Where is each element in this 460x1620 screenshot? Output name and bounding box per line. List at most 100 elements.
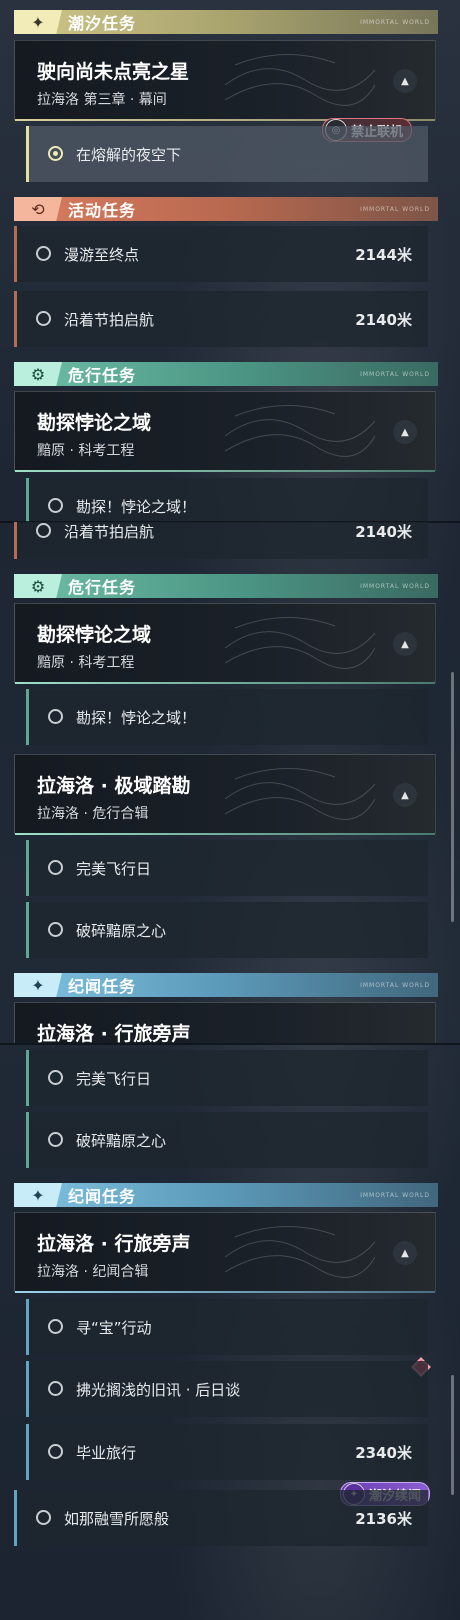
objective-label: 漫游至终点	[64, 246, 140, 264]
scrollbar[interactable]	[451, 672, 454, 922]
category-tagline: IMMORTAL WORLD	[360, 582, 430, 590]
category-tagline: IMMORTAL WORLD	[360, 1191, 430, 1199]
chevron-up-icon[interactable]: ▲	[393, 632, 417, 656]
objective-explore-paradox[interactable]: 勘探！悖论之域！	[26, 689, 428, 745]
objective-distance: 2140米	[355, 523, 412, 541]
radio-icon[interactable]	[48, 498, 63, 513]
objective-bar	[14, 226, 17, 282]
objective-roam-end[interactable]: 漫游至终点 2144米	[14, 226, 428, 282]
quest-subtitle: 拉海洛 · 危行合辑	[37, 806, 149, 822]
category-tagline: IMMORTAL WORLD	[360, 205, 430, 213]
quest-subtitle: 拉海洛 第三章 · 幕间	[37, 92, 167, 108]
radio-icon[interactable]	[36, 523, 51, 538]
quest-card-travel[interactable]: 拉海洛 · 行旅旁声 拉海洛 · 纪闻合辑 ▲	[14, 1212, 436, 1293]
objective-distance: 2136米	[355, 1510, 412, 1528]
quest-subtitle: 黯原 · 科考工程	[37, 655, 135, 671]
objective-perfect-flight[interactable]: 完美飞行日	[26, 840, 428, 896]
radio-icon[interactable]	[48, 1381, 63, 1396]
tracked-radio-icon[interactable]	[48, 146, 63, 161]
objective-distance: 2340米	[355, 1444, 412, 1462]
quest-card-travel-partial[interactable]: 拉海洛 · 行旅旁声	[14, 1002, 436, 1043]
objective-bar	[26, 902, 29, 958]
quest-card-polar[interactable]: 拉海洛 · 极域踏勘 拉海洛 · 危行合辑 ▲	[14, 754, 436, 835]
category-label: 纪闻任务	[68, 977, 137, 996]
objective-label: 破碎黯原之心	[76, 922, 167, 940]
objective-bar	[26, 1361, 29, 1417]
radio-icon[interactable]	[48, 922, 63, 937]
objective-bar	[14, 522, 17, 559]
objective-label: 沿着节拍启航	[64, 523, 155, 541]
objective-label: 破碎黯原之心	[76, 1132, 167, 1150]
category-tagline: IMMORTAL WORLD	[360, 370, 430, 378]
radio-icon[interactable]	[48, 709, 63, 724]
chevron-up-icon[interactable]: ▲	[393, 69, 417, 93]
radio-icon[interactable]	[48, 860, 63, 875]
objective-bar	[26, 1112, 29, 1168]
sparkle-icon: ✦	[14, 973, 62, 997]
objective-bar	[26, 1050, 29, 1106]
scrollbar[interactable]	[451, 1375, 454, 1495]
radio-icon[interactable]	[36, 1510, 51, 1525]
contour-decoration	[225, 404, 375, 457]
radio-icon[interactable]	[48, 1319, 63, 1334]
quest-card-star[interactable]: 驶向尚未点亮之星 拉海洛 第三章 · 幕间 ▲	[14, 40, 436, 121]
objective-bar	[26, 840, 29, 896]
objective-label: 如那融雪所愿般	[64, 1510, 170, 1528]
category-header-danger[interactable]: ⚙ 危行任务 IMMORTAL WORLD	[14, 362, 438, 386]
category-header-lore[interactable]: ✦ 纪闻任务 IMMORTAL WORLD	[14, 1183, 438, 1207]
quest-underline	[15, 1291, 435, 1293]
gear-icon: ⚙	[14, 362, 62, 386]
objective-bar	[26, 689, 29, 745]
quest-card-paradox[interactable]: 勘探悖论之域 黯原 · 科考工程 ▲	[14, 391, 436, 472]
sparkle-icon: ✦	[14, 1183, 62, 1207]
objective-bar	[14, 291, 17, 347]
quest-subtitle: 拉海洛 · 纪闻合辑	[37, 1264, 149, 1280]
objective-old-news[interactable]: 拂光搁浅的旧讯 · 后日谈	[26, 1361, 428, 1417]
category-header-danger[interactable]: ⚙ 危行任务 IMMORTAL WORLD	[14, 574, 438, 598]
category-header-tide[interactable]: ✦ 潮汐任务 IMMORTAL WORLD	[14, 10, 438, 34]
objective-bar	[26, 478, 29, 522]
sparkle-icon: ✦	[14, 10, 62, 34]
contour-decoration	[225, 767, 375, 820]
objective-label: 拂光搁浅的旧讯 · 后日谈	[76, 1381, 241, 1399]
objective-label: 寻“宝”行动	[76, 1319, 152, 1337]
contour-decoration	[225, 616, 375, 669]
quest-title: 拉海洛 · 行旅旁声	[37, 1023, 191, 1043]
chevron-up-icon[interactable]: ▲	[393, 420, 417, 444]
refresh-icon: ⟲	[14, 197, 62, 221]
quest-underline	[15, 833, 435, 835]
quest-title: 勘探悖论之域	[37, 412, 152, 434]
quest-underline	[15, 682, 435, 684]
objective-shatter-heart[interactable]: 破碎黯原之心	[26, 1112, 428, 1168]
objective-night-sky[interactable]: 在熔解的夜空下	[26, 126, 428, 182]
objective-melting-snow[interactable]: 如那融雪所愿般 2136米	[14, 1490, 428, 1546]
category-label: 危行任务	[68, 366, 137, 385]
objective-label: 在熔解的夜空下	[76, 146, 182, 164]
objective-treasure-hunt[interactable]: 寻“宝”行动	[26, 1299, 428, 1355]
category-header-lore[interactable]: ✦ 纪闻任务 IMMORTAL WORLD	[14, 973, 438, 997]
segment-3: 完美飞行日 破碎黯原之心 ✦ 纪闻任务 IMMORTAL WORLD 拉海洛 ·…	[0, 1045, 460, 1620]
quest-underline	[15, 470, 435, 472]
objective-label: 毕业旅行	[76, 1444, 137, 1462]
radio-icon[interactable]	[48, 1070, 63, 1085]
radio-icon[interactable]	[48, 1444, 63, 1459]
objective-bar	[14, 1490, 17, 1546]
gear-icon: ⚙	[14, 574, 62, 598]
chevron-up-icon[interactable]: ▲	[393, 783, 417, 807]
objective-label: 完美飞行日	[76, 860, 152, 878]
category-header-event[interactable]: ⟲ 活动任务 IMMORTAL WORLD	[14, 197, 438, 221]
objective-sail-beat[interactable]: 沿着节拍启航 2140米	[14, 291, 428, 347]
segment-2: 沿着节拍启航 2140米 ⚙ 危行任务 IMMORTAL WORLD 勘探悖论之…	[0, 522, 460, 1043]
objective-graduation-trip[interactable]: 毕业旅行 2340米	[26, 1424, 428, 1480]
objective-explore-paradox-partial[interactable]: 勘探！悖论之域！	[26, 478, 428, 522]
quest-card-paradox[interactable]: 勘探悖论之域 黯原 · 科考工程 ▲	[14, 603, 436, 684]
radio-icon[interactable]	[36, 311, 51, 326]
segment-1: ✦ 潮汐任务 IMMORTAL WORLD 驶向尚未点亮之星 拉海洛 第三章 ·…	[0, 0, 460, 522]
radio-icon[interactable]	[36, 246, 51, 261]
objective-sail-beat-partial[interactable]: 沿着节拍启航 2140米	[14, 522, 428, 559]
radio-icon[interactable]	[48, 1132, 63, 1147]
chevron-up-icon[interactable]: ▲	[393, 1241, 417, 1265]
objective-perfect-flight[interactable]: 完美飞行日	[26, 1050, 428, 1106]
objective-shatter-heart[interactable]: 破碎黯原之心	[26, 902, 428, 958]
objective-label: 沿着节拍启航	[64, 311, 155, 329]
